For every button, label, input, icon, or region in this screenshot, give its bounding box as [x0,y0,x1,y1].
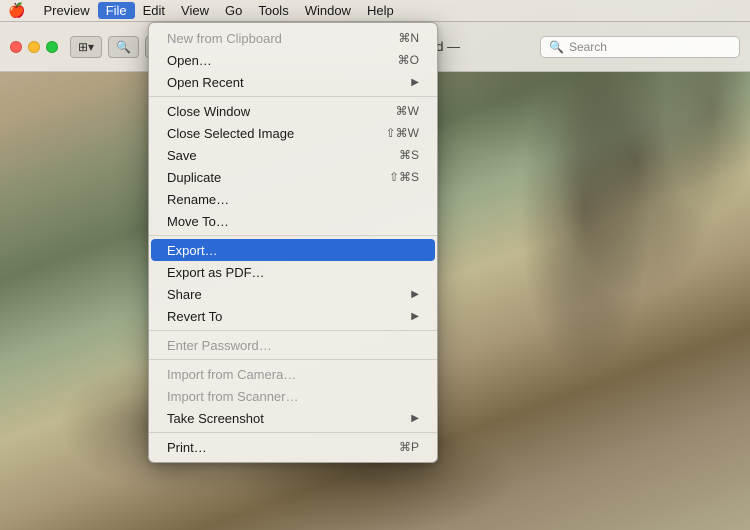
menu-item-label: Export as PDF… [167,265,265,280]
menu-item-rename[interactable]: Rename… [149,188,437,210]
menu-item-open-recent[interactable]: Open Recent ▶ [149,71,437,93]
menu-item-shortcut: ⌘W [396,104,419,118]
menu-item-label: Enter Password… [167,338,272,353]
menubar-view[interactable]: View [173,2,217,19]
menu-item-label: Share [167,287,202,302]
menu-item-import-camera[interactable]: Import from Camera… [149,363,437,385]
menu-item-save[interactable]: Save ⌘S [149,144,437,166]
menu-item-label: Revert To [167,309,222,324]
menu-item-import-scanner[interactable]: Import from Scanner… [149,385,437,407]
menu-item-label: New from Clipboard [167,31,282,46]
menubar-help[interactable]: Help [359,2,402,19]
menu-item-open[interactable]: Open… ⌘O [149,49,437,71]
sidebar-toggle-button[interactable]: ⊞▾ [70,36,102,58]
menubar-window[interactable]: Window [297,2,359,19]
menu-item-revert-to[interactable]: Revert To ▶ [149,305,437,327]
submenu-arrow: ▶ [411,77,419,88]
separator-4 [149,359,437,360]
menu-item-label: Duplicate [167,170,221,185]
minimize-button[interactable] [28,41,40,53]
fullscreen-button[interactable] [46,41,58,53]
separator-3 [149,330,437,331]
separator-2 [149,235,437,236]
menu-item-label: Export… [167,243,218,258]
file-dropdown-menu: New from Clipboard ⌘N Open… ⌘O Open Rece… [148,22,438,463]
menubar-edit[interactable]: Edit [135,2,173,19]
menubar-tools[interactable]: Tools [250,2,296,19]
menu-item-shortcut: ⌘N [398,31,419,45]
menu-item-close-window[interactable]: Close Window ⌘W [149,100,437,122]
menubar-go[interactable]: Go [217,2,250,19]
menu-item-shortcut: ⌘S [399,148,419,162]
traffic-lights [10,41,58,53]
menu-item-label: Close Selected Image [167,126,294,141]
menu-item-duplicate[interactable]: Duplicate ⇧⌘S [149,166,437,188]
menu-item-label: Take Screenshot [167,411,264,426]
menubar-file[interactable]: File [98,2,135,19]
menu-item-new-clipboard[interactable]: New from Clipboard ⌘N [149,27,437,49]
menu-item-print[interactable]: Print… ⌘P [149,436,437,458]
menu-item-label: Open… [167,53,212,68]
menubar-preview[interactable]: Preview [35,2,97,19]
menu-item-label: Move To… [167,214,229,229]
search-box[interactable]: 🔍 Search [540,36,740,58]
separator-1 [149,96,437,97]
apple-menu-icon[interactable]: 🍎 [8,2,25,19]
menu-item-share[interactable]: Share ▶ [149,283,437,305]
close-button[interactable] [10,41,22,53]
menu-bar: 🍎 Preview File Edit View Go Tools Window… [0,0,750,22]
menu-item-label: Save [167,148,197,163]
submenu-arrow: ▶ [411,413,419,424]
menu-item-shortcut: ⇧⌘W [386,126,419,140]
menu-item-enter-password[interactable]: Enter Password… [149,334,437,356]
menu-item-shortcut: ⌘P [399,440,419,454]
menu-item-label: Import from Camera… [167,367,296,382]
menu-item-label: Print… [167,440,207,455]
submenu-arrow: ▶ [411,289,419,300]
menu-item-label: Rename… [167,192,229,207]
menu-item-export-pdf[interactable]: Export as PDF… [149,261,437,283]
menu-item-export[interactable]: Export… [151,239,435,261]
search-icon: 🔍 [549,40,564,54]
menu-item-label: Import from Scanner… [167,389,299,404]
submenu-arrow: ▶ [411,311,419,322]
menu-item-label: Open Recent [167,75,244,90]
separator-5 [149,432,437,433]
menu-item-shortcut: ⇧⌘S [389,170,419,184]
menu-item-take-screenshot[interactable]: Take Screenshot ▶ [149,407,437,429]
search-placeholder: Search [569,40,607,54]
menu-item-label: Close Window [167,104,250,119]
menu-item-close-selected[interactable]: Close Selected Image ⇧⌘W [149,122,437,144]
menu-item-shortcut: ⌘O [398,53,419,67]
zoom-button[interactable]: 🔍 [108,36,139,58]
menu-item-move-to[interactable]: Move To… [149,210,437,232]
